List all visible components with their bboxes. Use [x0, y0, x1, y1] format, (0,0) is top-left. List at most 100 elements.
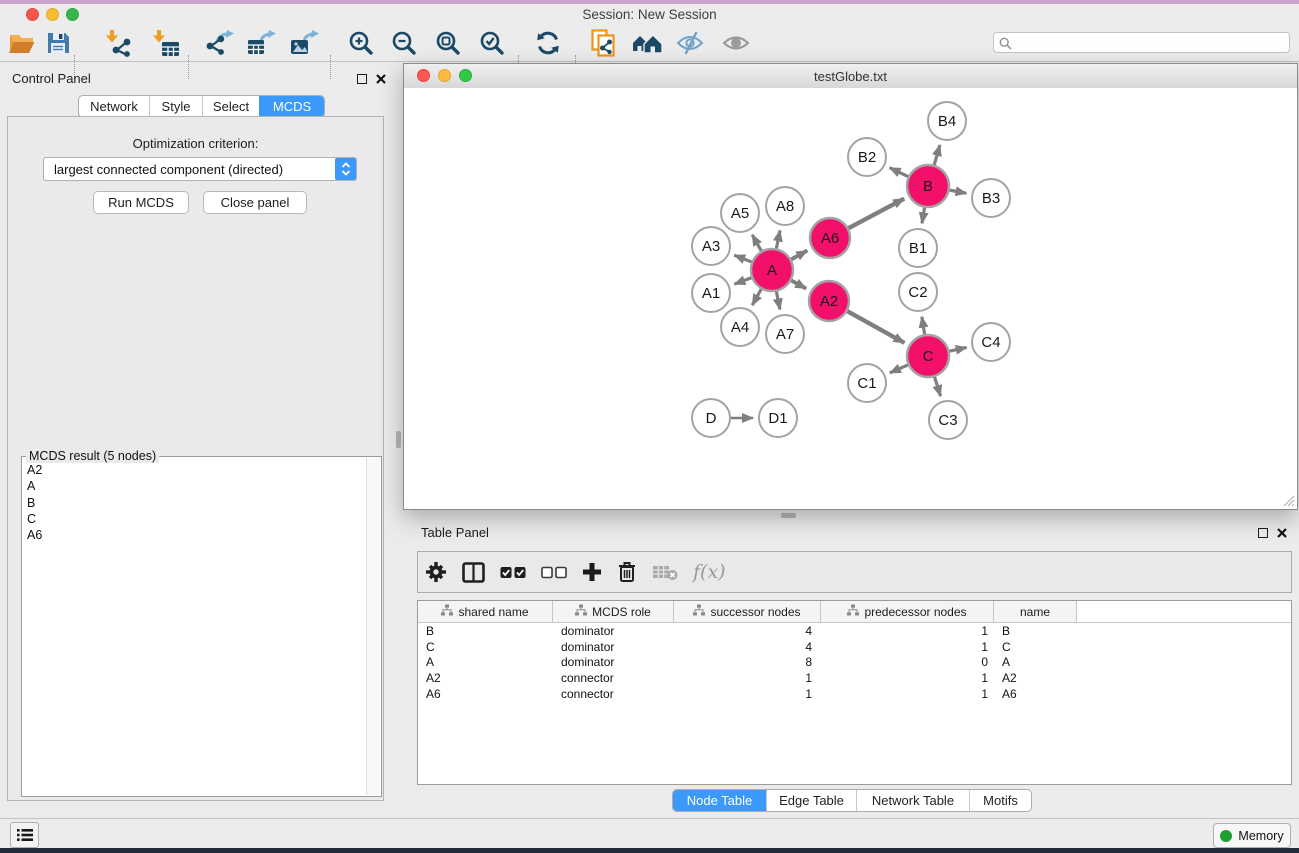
criterion-dropdown[interactable]: largest connected component (directed)	[43, 157, 357, 181]
task-history-button[interactable]	[10, 822, 39, 848]
graph-node-D[interactable]: D	[692, 399, 730, 437]
save-session-button[interactable]	[45, 28, 71, 58]
column-header-shared-name[interactable]: shared name	[418, 601, 553, 622]
export-image-button[interactable]	[289, 28, 319, 58]
graph-node-A2[interactable]: A2	[809, 281, 849, 321]
tab-network-table[interactable]: Network Table	[856, 790, 969, 811]
zoom-fit-button[interactable]	[434, 28, 462, 58]
table-cell[interactable]: connector	[553, 687, 674, 701]
tab-network[interactable]: Network	[79, 96, 149, 117]
float-panel-icon[interactable]	[357, 74, 367, 84]
table-cell[interactable]: A2	[994, 671, 1077, 685]
tab-motifs[interactable]: Motifs	[969, 790, 1031, 811]
resize-grip-icon[interactable]	[1282, 494, 1295, 507]
table-row[interactable]: Adominator80A	[418, 654, 1291, 670]
graph-node-C3[interactable]: C3	[929, 401, 967, 439]
table-cell[interactable]: 1	[674, 671, 821, 685]
table-cell[interactable]: 1	[821, 687, 994, 701]
table-cell[interactable]: A	[994, 655, 1077, 669]
table-row[interactable]: A6connector11A6	[418, 686, 1291, 702]
network-canvas[interactable]: AA1A2A3A4A5A6A7A8BB1B2B3B4CC1C2C3C4DD1	[404, 88, 1297, 509]
table-cell[interactable]: 1	[821, 624, 994, 638]
graph-node-C4[interactable]: C4	[972, 323, 1010, 361]
graph-node-C1[interactable]: C1	[848, 364, 886, 402]
import-table-button[interactable]	[150, 28, 180, 58]
graph-node-A1[interactable]: A1	[692, 274, 730, 312]
open-session-button[interactable]	[7, 28, 37, 58]
graph-node-A8[interactable]: A8	[766, 187, 804, 225]
graph-node-C2[interactable]: C2	[899, 273, 937, 311]
column-settings-button[interactable]	[425, 557, 447, 587]
graph-node-B2[interactable]: B2	[848, 138, 886, 176]
mcds-result-scrollbar[interactable]	[366, 458, 380, 795]
table-cell[interactable]: B	[418, 624, 553, 638]
graph-node-D1[interactable]: D1	[759, 399, 797, 437]
graph-node-A6[interactable]: A6	[810, 218, 850, 258]
table-cell[interactable]: B	[994, 624, 1077, 638]
table-cell[interactable]: 4	[674, 624, 821, 638]
table-row[interactable]: A2connector11A2	[418, 670, 1291, 686]
show-all-button[interactable]	[721, 28, 751, 58]
table-cell[interactable]: dominator	[553, 640, 674, 654]
export-network-button[interactable]	[204, 28, 234, 58]
table-row[interactable]: Bdominator41B	[418, 623, 1291, 639]
close-panel-icon[interactable]	[1277, 528, 1287, 538]
first-neighbors-button[interactable]	[632, 28, 662, 58]
hide-selected-button[interactable]	[675, 28, 705, 58]
close-panel-icon[interactable]	[376, 74, 386, 84]
table-cell[interactable]: A6	[994, 687, 1077, 701]
mcds-result-item[interactable]: A2	[23, 462, 365, 478]
table-cell[interactable]: connector	[553, 671, 674, 685]
export-table-button[interactable]	[246, 28, 276, 58]
table-cell[interactable]: dominator	[553, 655, 674, 669]
graph-node-B3[interactable]: B3	[972, 179, 1010, 217]
table-row[interactable]: Cdominator41C	[418, 639, 1291, 655]
tab-select[interactable]: Select	[202, 96, 259, 117]
graph-node-A5[interactable]: A5	[721, 194, 759, 232]
graph-node-A3[interactable]: A3	[692, 227, 730, 265]
import-network-button[interactable]	[103, 28, 133, 58]
tab-mcds[interactable]: MCDS	[259, 96, 324, 117]
table-cell[interactable]: A2	[418, 671, 553, 685]
table-cell[interactable]: C	[418, 640, 553, 654]
graph-node-B1[interactable]: B1	[899, 229, 937, 267]
table-cell[interactable]: A6	[418, 687, 553, 701]
table-cell[interactable]: A	[418, 655, 553, 669]
table-cell[interactable]: 1	[821, 640, 994, 654]
column-header-successor-nodes[interactable]: successor nodes	[674, 601, 821, 622]
select-all-button[interactable]	[500, 557, 526, 587]
new-network-from-file-button[interactable]	[590, 28, 618, 58]
table-cell[interactable]: 0	[821, 655, 994, 669]
deselect-all-button[interactable]	[541, 557, 567, 587]
table-cell[interactable]: dominator	[553, 624, 674, 638]
column-header-predecessor-nodes[interactable]: predecessor nodes	[821, 601, 994, 622]
mcds-result-item[interactable]: A	[23, 478, 365, 494]
table-cell[interactable]: 8	[674, 655, 821, 669]
mcds-result-item[interactable]: B	[23, 495, 365, 511]
run-mcds-button[interactable]: Run MCDS	[93, 191, 189, 214]
add-column-button[interactable]	[582, 557, 602, 587]
graph-node-B[interactable]: B	[907, 165, 949, 207]
graph-node-A7[interactable]: A7	[766, 315, 804, 353]
memory-button[interactable]: Memory	[1213, 823, 1291, 848]
delete-table-button[interactable]	[652, 557, 678, 587]
delete-columns-button[interactable]	[617, 557, 637, 587]
column-header-MCDS-role[interactable]: MCDS role	[553, 601, 674, 622]
graph-node-A4[interactable]: A4	[721, 308, 759, 346]
close-panel-button[interactable]: Close panel	[203, 191, 307, 214]
graph-node-C[interactable]: C	[907, 335, 949, 377]
horizontal-scrollbar-thumb[interactable]	[781, 513, 796, 518]
float-panel-icon[interactable]	[1258, 528, 1268, 538]
tab-node-table[interactable]: Node Table	[673, 790, 766, 811]
mcds-result-item[interactable]: A6	[23, 527, 365, 543]
mcds-result-item[interactable]: C	[23, 511, 365, 527]
zoom-selected-button[interactable]	[478, 28, 506, 58]
function-builder-button[interactable]: f(x)	[693, 557, 726, 587]
graph-node-A[interactable]: A	[751, 249, 793, 291]
zoom-out-button[interactable]	[390, 28, 418, 58]
vertical-scrollbar-thumb[interactable]	[396, 431, 401, 448]
tab-style[interactable]: Style	[149, 96, 202, 117]
show-columns-button[interactable]	[462, 557, 485, 587]
refresh-layout-button[interactable]	[535, 28, 561, 58]
search-input[interactable]	[993, 32, 1290, 53]
